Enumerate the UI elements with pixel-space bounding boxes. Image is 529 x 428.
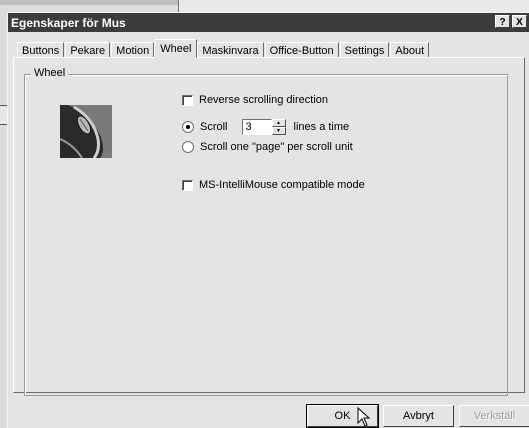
- mouse-properties-dialog: Egenskaper för Mus ? X Buttons Pekare Mo…: [7, 12, 529, 428]
- reverse-scrolling-row[interactable]: Reverse scrolling direction: [182, 94, 328, 106]
- tab-wheel[interactable]: Wheel: [154, 39, 198, 58]
- tab-about[interactable]: About: [390, 42, 430, 58]
- tab-maskinvara[interactable]: Maskinvara: [197, 42, 264, 58]
- wheel-group-legend: Wheel: [31, 67, 69, 79]
- scroll-lines-spinner: ▲ ▼: [271, 119, 286, 135]
- scroll-page-radio[interactable]: [182, 141, 194, 153]
- apply-button[interactable]: Verkställ: [459, 405, 529, 427]
- tab-settings[interactable]: Settings: [339, 42, 390, 58]
- spin-up-button[interactable]: ▲: [271, 119, 286, 127]
- intellimouse-row[interactable]: MS-IntelliMouse compatible mode: [182, 179, 365, 191]
- cancel-button[interactable]: Avbryt: [383, 405, 454, 427]
- close-button[interactable]: X: [512, 15, 527, 28]
- tab-motion[interactable]: Motion: [111, 42, 155, 58]
- wheel-groupbox: Wheel Reverse scrolling direction Scroll…: [24, 67, 508, 396]
- dialog-titlebar[interactable]: Egenskaper för Mus ? X: [8, 13, 529, 32]
- scroll-lines-radio[interactable]: [182, 121, 194, 133]
- scroll-page-row[interactable]: Scroll one "page" per scroll unit: [182, 141, 353, 153]
- tab-pekare[interactable]: Pekare: [65, 42, 111, 58]
- wheel-tab-panel: Wheel Reverse scrolling direction Scroll…: [13, 57, 525, 396]
- scroll-lines-suffix: lines a time: [293, 121, 350, 133]
- tab-strip: Buttons Pekare Motion Wheel Maskinvara O…: [17, 39, 430, 58]
- mouse-wheel-icon: [60, 105, 112, 158]
- scroll-lines-input[interactable]: 3: [241, 119, 272, 135]
- mouse-cursor-icon: [357, 407, 371, 427]
- screen: Egenskaper för Mus ? X Buttons Pekare Mo…: [0, 0, 529, 428]
- help-button[interactable]: ?: [495, 15, 510, 28]
- dialog-title: Egenskaper för Mus: [11, 15, 126, 30]
- background-window-strip: [0, 0, 178, 5]
- reverse-scrolling-checkbox[interactable]: [182, 94, 193, 106]
- tab-office-button[interactable]: Office-Button: [264, 42, 339, 58]
- scroll-lines-label: Scroll: [200, 121, 228, 133]
- scroll-page-label: Scroll one "page" per scroll unit: [200, 141, 353, 153]
- scroll-lines-row: Scroll 3 ▲ ▼ lines a time: [182, 119, 349, 135]
- intellimouse-label: MS-IntelliMouse compatible mode: [199, 179, 365, 191]
- intellimouse-checkbox[interactable]: [182, 179, 193, 191]
- title-buttons: ? X: [495, 15, 527, 28]
- spin-down-button[interactable]: ▼: [271, 127, 286, 135]
- tab-buttons[interactable]: Buttons: [17, 42, 65, 58]
- mouse-wheel-image: [60, 105, 112, 158]
- reverse-scrolling-label: Reverse scrolling direction: [199, 94, 328, 106]
